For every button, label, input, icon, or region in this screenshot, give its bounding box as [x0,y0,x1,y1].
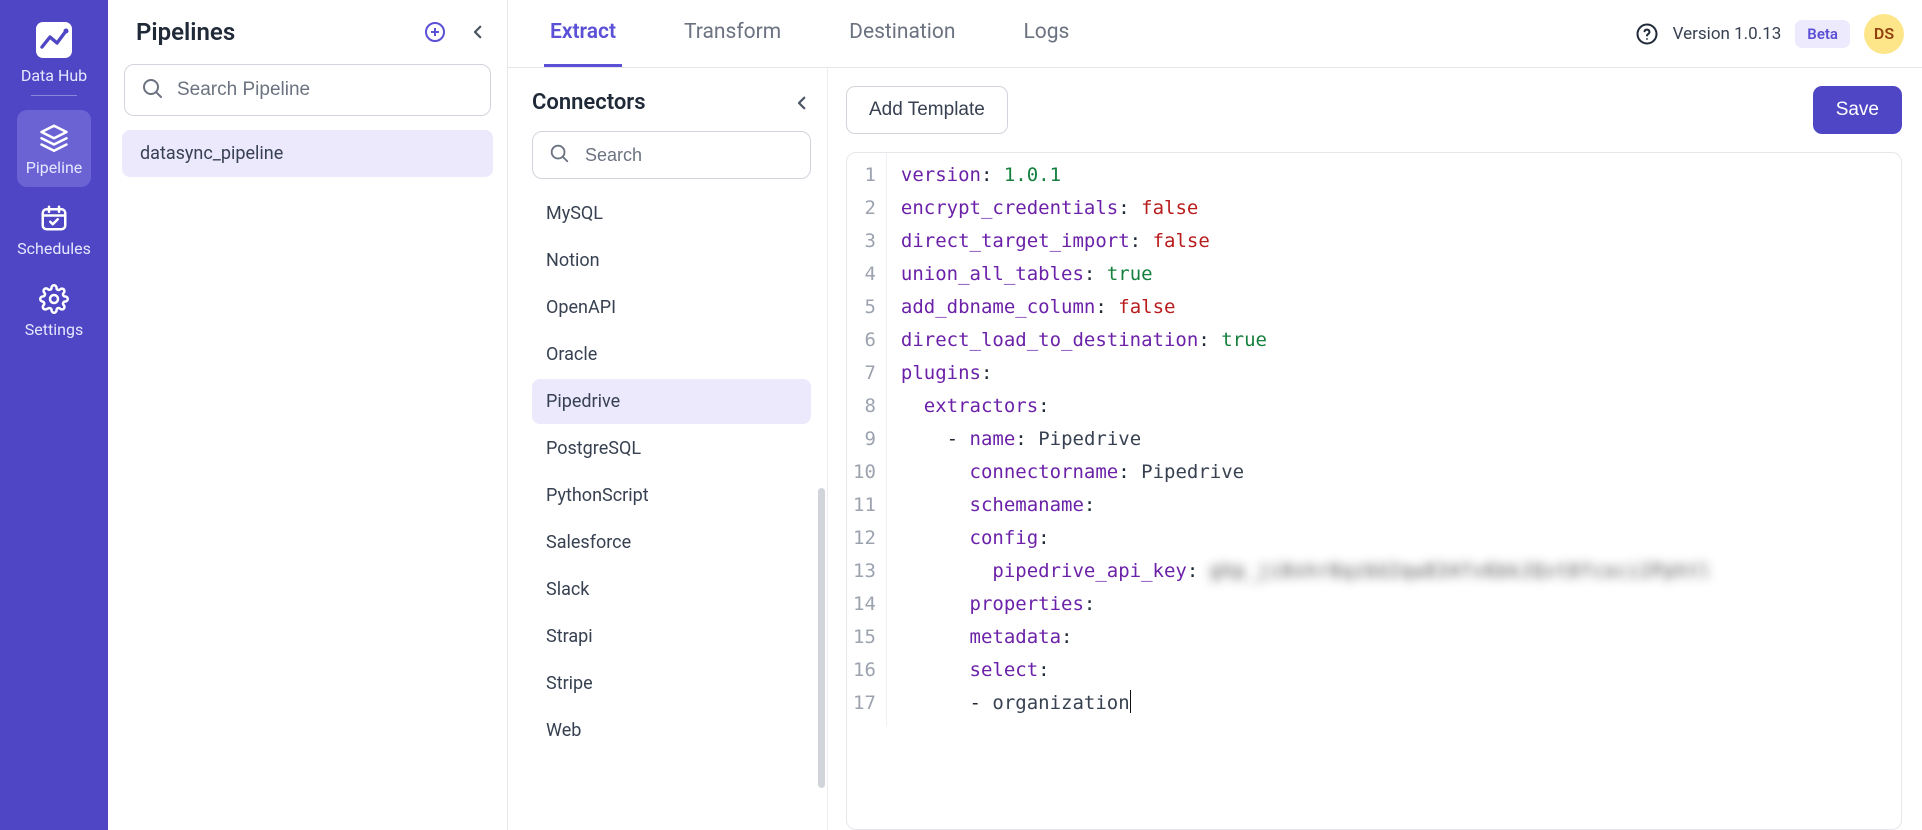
tabs: Extract Transform Destination Logs [544,0,1075,67]
search-icon [140,76,164,104]
left-nav-rail: Data Hub Pipeline [0,0,108,830]
connector-item[interactable]: Oracle [532,332,811,377]
nav-schedules[interactable]: Schedules [10,193,98,268]
yaml-editor[interactable]: 1234567891011121314151617 version: 1.0.1… [846,152,1902,830]
chevron-left-icon [793,94,811,112]
pipeline-search [124,64,491,116]
collapse-connectors-button[interactable] [793,94,811,112]
connector-item[interactable]: OpenAPI [532,285,811,330]
connector-item[interactable]: PostgreSQL [532,426,811,471]
nav-pipeline-label: Pipeline [26,158,83,177]
pipelines-panel: Pipelines [108,0,508,830]
connector-search [532,131,811,179]
connector-list: MySQLNotionOpenAPIOraclePipedrivePostgre… [532,189,811,755]
help-circle-icon [1635,22,1659,46]
calendar-check-icon [39,203,69,233]
collapse-pipelines-button[interactable] [469,23,487,41]
connector-item[interactable]: Web [532,708,811,753]
connectors-title: Connectors [532,90,646,115]
gear-icon [39,284,69,314]
add-template-button[interactable]: Add Template [846,86,1008,134]
pipelines-title: Pipelines [136,18,235,46]
beta-badge: Beta [1795,20,1850,48]
layers-icon [39,122,69,152]
version-text: Version 1.0.13 [1673,24,1782,44]
topbar: Extract Transform Destination Logs Version … [508,0,1922,68]
connectors-panel: Connectors MySQLNotionOpenAP [508,68,828,830]
nav-schedules-label: Schedules [17,239,91,258]
connector-item[interactable]: Strapi [532,614,811,659]
tab-extract[interactable]: Extract [544,0,622,67]
connector-item[interactable]: PythonScript [532,473,811,518]
help-button[interactable] [1635,22,1659,46]
avatar[interactable]: DS [1864,14,1904,54]
tab-destination[interactable]: Destination [843,0,961,67]
chevron-left-icon [469,23,487,41]
connector-item[interactable]: Salesforce [532,520,811,565]
editor-gutter: 1234567891011121314151617 [847,153,887,726]
brand-label: Data Hub [21,66,87,85]
pipeline-list: datasync_pipeline [108,130,507,177]
add-pipeline-button[interactable] [423,20,447,44]
main-area: Extract Transform Destination Logs Version … [508,0,1922,830]
nav-settings-label: Settings [25,320,83,339]
connector-scrollbar[interactable] [818,488,825,788]
pipeline-search-input[interactable] [124,64,491,116]
search-icon [548,142,570,168]
nav-settings[interactable]: Settings [10,274,98,349]
nav-pipeline[interactable]: Pipeline [17,110,91,187]
connector-item[interactable]: Notion [532,238,811,283]
connector-item[interactable]: Pipedrive [532,379,811,424]
chart-line-icon [34,20,74,60]
editor-code[interactable]: version: 1.0.1encrypt_credentials: false… [887,153,1901,726]
tab-logs[interactable]: Logs [1017,0,1075,67]
connector-item[interactable]: Stripe [532,661,811,706]
rail-divider [31,95,77,96]
pipeline-item[interactable]: datasync_pipeline [122,130,493,177]
connector-search-input[interactable] [532,131,811,179]
connector-item[interactable]: MySQL [532,191,811,236]
connector-item[interactable]: Slack [532,567,811,612]
editor-area: Add Template Save 1234567891011121314151… [828,68,1922,830]
brand-logo[interactable]: Data Hub [10,10,98,95]
plus-circle-icon [423,20,447,44]
tab-transform[interactable]: Transform [678,0,787,67]
save-button[interactable]: Save [1813,86,1902,134]
